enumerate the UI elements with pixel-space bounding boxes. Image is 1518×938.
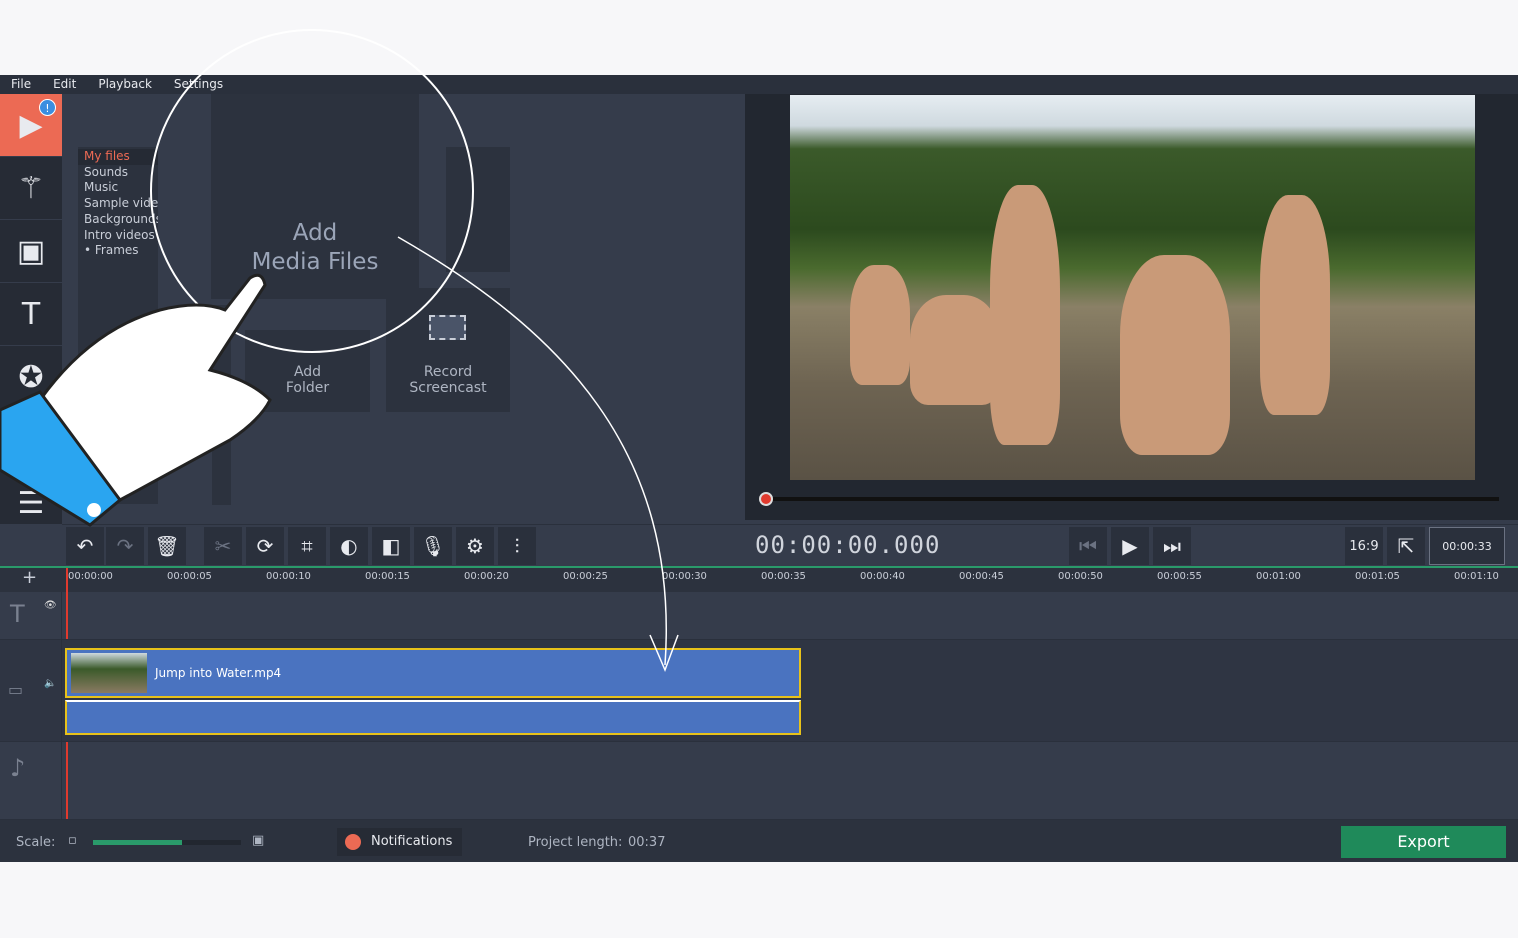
redo-button[interactable]: ↷ — [106, 527, 144, 565]
record-screencast-button[interactable]: Record Screencast — [386, 288, 510, 412]
add-track-icon[interactable]: + — [22, 567, 37, 588]
category-list: My files Sounds Music Sample videos Back… — [78, 147, 158, 504]
zoom-in-icon[interactable]: ▣ — [252, 833, 264, 848]
magic-wand-icon: ⚚ — [17, 170, 45, 206]
play-button[interactable]: ▶ — [1111, 527, 1149, 565]
add-folder-button[interactable]: Add Folder — [245, 330, 370, 412]
ruler-tick-label: 00:01:05 — [1355, 571, 1400, 582]
audio-track: ♪ — [0, 742, 1518, 820]
sidebar-stickers[interactable]: ✪ — [0, 346, 62, 409]
category-item[interactable]: • Frames — [78, 243, 158, 259]
text-track: T 👁 — [0, 592, 1518, 640]
category-item[interactable]: Sample videos — [78, 196, 158, 212]
list-icon: ☰ — [17, 485, 45, 521]
text-icon: T — [21, 296, 41, 332]
category-item[interactable]: My files — [78, 149, 158, 165]
delete-button[interactable]: 🗑 — [148, 527, 186, 565]
ruler-tick-label: 00:00:20 — [464, 571, 509, 582]
color-adjust-button[interactable]: ◐ — [330, 527, 368, 565]
sidebar-transitions[interactable]: ▣ — [0, 220, 62, 283]
text-icon: T — [10, 600, 25, 628]
ruler-tick-label: 00:00:40 — [860, 571, 905, 582]
add-media-files-button[interactable]: Add Media Files — [211, 94, 419, 299]
transition-icon: ▣ — [16, 233, 46, 269]
scrollbar[interactable] — [212, 305, 231, 505]
sidebar-import[interactable]: ▶! — [0, 94, 62, 157]
playhead-knob[interactable] — [759, 492, 773, 506]
aspect-ratio-button[interactable]: 16:9 — [1345, 527, 1383, 565]
ruler-tick-label: 00:01:00 — [1256, 571, 1301, 582]
toolbar: ↶ ↷ 🗑 ✂ ⟳ ⌗ ◐ ◧ 🎙 ⚙ ⫶ 00:00:00.000 ⏮ ▶ ⏭… — [62, 524, 1518, 566]
ruler-tick-label: 00:00:05 — [167, 571, 212, 582]
category-item[interactable]: Intro videos — [78, 228, 158, 244]
eye-icon[interactable]: 👁 — [44, 600, 57, 611]
screencast-icon — [429, 315, 466, 340]
ruler-tick-label: 00:00:15 — [365, 571, 410, 582]
scale-label: Scale: — [16, 835, 56, 850]
ruler-tick-label: 00:00:25 — [563, 571, 608, 582]
ruler-tick-label: 00:00:00 — [68, 571, 113, 582]
sidebar-more[interactable]: ☰ — [0, 472, 62, 535]
playback-progress-bar[interactable] — [759, 492, 1499, 506]
clip-audio[interactable] — [65, 700, 801, 735]
export-button[interactable]: Export — [1341, 826, 1506, 858]
next-frame-button[interactable]: ⏭ — [1153, 527, 1191, 565]
fullscreen-button[interactable]: ⇱ — [1387, 527, 1425, 565]
ruler-tick-label: 00:00:30 — [662, 571, 707, 582]
alert-badge: ! — [39, 99, 56, 116]
ruler-tick-label: 00:00:50 — [1058, 571, 1103, 582]
sidebar-titles[interactable]: T — [0, 283, 62, 346]
sidebar-filters[interactable]: ⚚ — [0, 157, 62, 220]
timecode: 00:00:00.000 — [755, 531, 941, 559]
menu-edit[interactable]: Edit — [42, 75, 87, 94]
prev-frame-button[interactable]: ⏮ — [1069, 527, 1107, 565]
video-preview — [745, 94, 1518, 520]
rotate-button[interactable]: ⟳ — [246, 527, 284, 565]
preview-frame — [790, 95, 1475, 480]
bell-icon — [345, 834, 361, 850]
clip-settings-button[interactable]: ⚙ — [456, 527, 494, 565]
category-item[interactable]: Sounds — [78, 165, 158, 181]
video-track-icon: ▭ — [8, 680, 24, 699]
clip-thumbnail — [71, 653, 147, 693]
callout-icon: ◌ — [17, 422, 45, 458]
menu-settings[interactable]: Settings — [163, 75, 234, 94]
film-play-icon: ▶ — [19, 107, 43, 143]
scale-slider[interactable] — [93, 840, 241, 845]
ruler-tick-label: 00:00:10 — [266, 571, 311, 582]
menu-file[interactable]: File — [0, 75, 42, 94]
timeline-ruler[interactable]: + 00:00:00 00:00:05 00:00:10 00:00:15 00:00:… — [0, 567, 1518, 592]
sidebar-callouts[interactable]: ◌ — [0, 409, 62, 472]
cut-button[interactable]: ✂ — [204, 527, 242, 565]
category-item[interactable]: Backgrounds — [78, 212, 158, 228]
ruler-tick-label: 00:00:45 — [959, 571, 1004, 582]
menu-bar: File Edit Playback Settings — [0, 75, 1518, 94]
crop-button[interactable]: ⌗ — [288, 527, 326, 565]
ruler-tick-label: 00:00:55 — [1157, 571, 1202, 582]
undo-button[interactable]: ↶ — [66, 527, 104, 565]
sidebar: ▶! ⚚ ▣ T ✪ ◌ ☰ — [0, 94, 62, 535]
equalizer-button[interactable]: ⫶ — [498, 527, 536, 565]
duration-tooltip: 00:00:33 — [1429, 527, 1505, 565]
notifications-button[interactable]: Notifications — [337, 828, 462, 856]
music-note-icon: ♪ — [10, 754, 26, 782]
category-item[interactable]: Music — [78, 180, 158, 196]
tile-partial[interactable] — [446, 147, 510, 272]
app-window: File Edit Playback Settings ▶! ⚚ ▣ T ✪ ◌… — [0, 75, 1518, 862]
zoom-out-icon[interactable]: ▫ — [68, 833, 77, 848]
speaker-icon[interactable]: 🔈 — [44, 678, 56, 689]
project-length: 00:37 — [628, 835, 666, 850]
status-bar: Scale: ▫ ▣ Notifications Project length:… — [0, 820, 1518, 862]
menu-playback[interactable]: Playback — [87, 75, 163, 94]
voiceover-button[interactable]: 🎙 — [414, 527, 452, 565]
ruler-tick-label: 00:00:35 — [761, 571, 806, 582]
video-clip[interactable]: Jump into Water.mp4 — [65, 648, 801, 698]
transition-button[interactable]: ◧ — [372, 527, 410, 565]
star-icon: ✪ — [18, 359, 44, 395]
ruler-tick-label: 00:01:10 — [1454, 571, 1499, 582]
clip-name: Jump into Water.mp4 — [155, 666, 282, 680]
project-length-label: Project length: — [528, 835, 623, 850]
